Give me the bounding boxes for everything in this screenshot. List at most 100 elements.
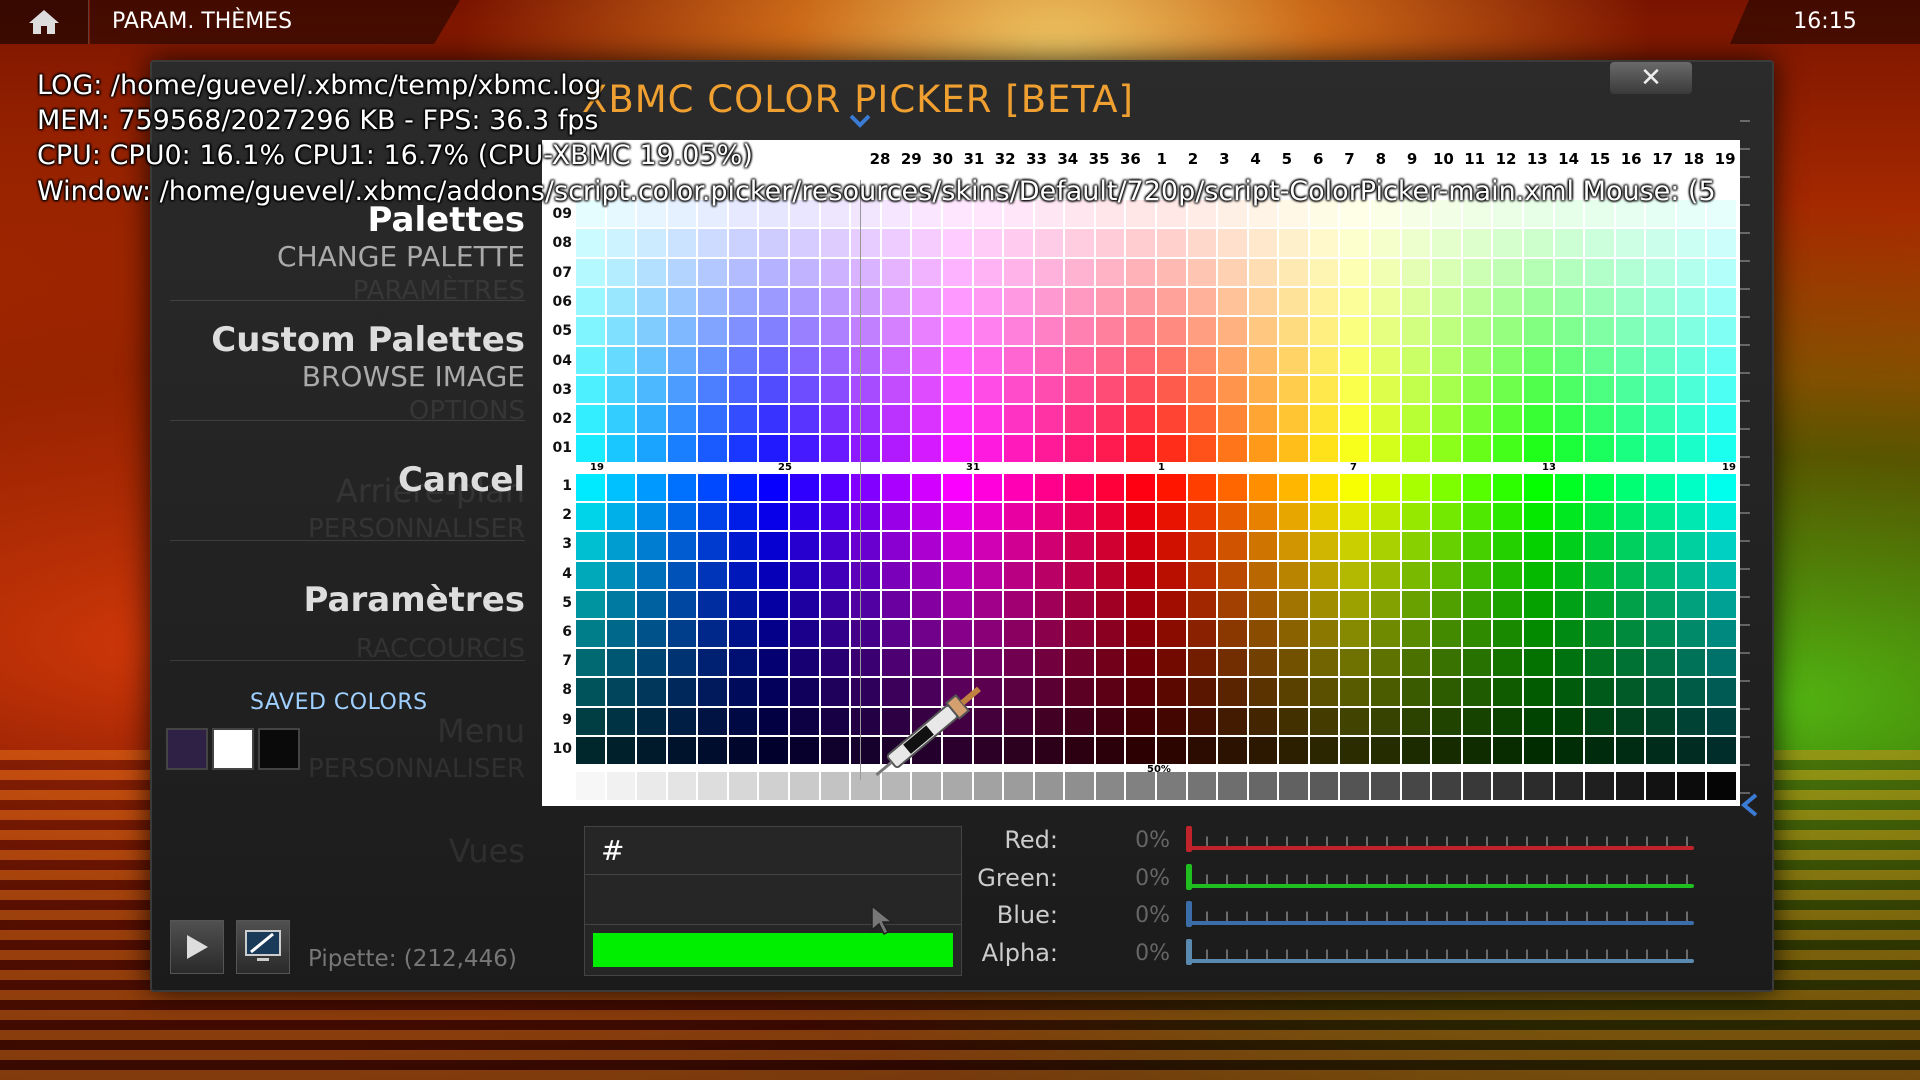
palette-cell[interactable]: [973, 736, 1003, 764]
palette-cell[interactable]: [1707, 503, 1736, 531]
palette-cell[interactable]: [1523, 561, 1553, 589]
palette-cell[interactable]: [1523, 258, 1553, 286]
palette-cell[interactable]: [1004, 317, 1033, 345]
palette-cell[interactable]: [637, 620, 666, 648]
palette-cell[interactable]: [1126, 532, 1155, 560]
palette-cell[interactable]: [1646, 678, 1675, 706]
palette-cell[interactable]: [1248, 503, 1278, 531]
palette-cell[interactable]: [1248, 434, 1278, 462]
palette-cell[interactable]: [820, 707, 850, 735]
palette-cell[interactable]: [1218, 649, 1247, 677]
palette-cell[interactable]: [759, 474, 789, 502]
palette-cell[interactable]: [1493, 707, 1522, 735]
palette-cell[interactable]: [606, 229, 636, 257]
palette-cell[interactable]: [1615, 678, 1645, 706]
palette-cell[interactable]: [1034, 503, 1064, 531]
gray-cell[interactable]: [851, 772, 880, 800]
palette-cell[interactable]: [1218, 405, 1247, 433]
palette-cell[interactable]: [1523, 620, 1553, 648]
palette-cell[interactable]: [1585, 620, 1614, 648]
palette-cell[interactable]: [973, 258, 1003, 286]
palette-cell[interactable]: [1187, 503, 1217, 531]
palette-cell[interactable]: [698, 590, 727, 618]
palette-cell[interactable]: [1432, 376, 1461, 404]
palette-cell[interactable]: [698, 346, 727, 374]
palette-cell[interactable]: [1095, 620, 1125, 648]
palette-cell[interactable]: [1554, 736, 1584, 764]
palette-cell[interactable]: [759, 532, 789, 560]
palette-cell[interactable]: [667, 503, 697, 531]
palette-cell[interactable]: [1676, 346, 1706, 374]
palette-cell[interactable]: [1309, 561, 1339, 589]
palette-cell[interactable]: [881, 678, 911, 706]
palette-cell[interactable]: [1371, 649, 1400, 677]
palette-cell[interactable]: [759, 590, 789, 618]
palette-cell[interactable]: [881, 405, 911, 433]
palette-cell[interactable]: [1095, 258, 1125, 286]
play-button[interactable]: [170, 920, 224, 974]
palette-cell[interactable]: [1523, 532, 1553, 560]
palette-cell[interactable]: [1371, 258, 1400, 286]
palette-cell[interactable]: [1279, 620, 1308, 648]
palette-cell[interactable]: [820, 620, 850, 648]
palette-cell[interactable]: [637, 532, 666, 560]
palette-cell[interactable]: [667, 532, 697, 560]
palette-cell[interactable]: [1340, 376, 1370, 404]
palette-cell[interactable]: [881, 649, 911, 677]
palette-cell[interactable]: [1095, 434, 1125, 462]
palette-cell[interactable]: [606, 317, 636, 345]
palette-cell[interactable]: [1462, 434, 1492, 462]
palette-cell[interactable]: [1493, 405, 1522, 433]
palette-cell[interactable]: [1462, 620, 1492, 648]
palette-cell[interactable]: [1065, 678, 1094, 706]
palette-cell[interactable]: [1126, 229, 1155, 257]
palette-cell[interactable]: [790, 503, 819, 531]
palette-scrollbar[interactable]: [1740, 120, 1750, 820]
palette-cell[interactable]: [912, 434, 941, 462]
palette-cell[interactable]: [1309, 346, 1339, 374]
palette-cell[interactable]: [1523, 503, 1553, 531]
saved-color-swatch[interactable]: [258, 728, 300, 770]
palette-cell[interactable]: [1523, 707, 1553, 735]
palette-cell[interactable]: [1034, 229, 1064, 257]
gray-cell[interactable]: [973, 772, 1003, 800]
slider-thumb[interactable]: [1186, 863, 1192, 890]
palette-cell[interactable]: [942, 288, 972, 316]
palette-cell[interactable]: [973, 434, 1003, 462]
home-button[interactable]: [0, 0, 89, 44]
palette-cell[interactable]: [1126, 474, 1155, 502]
palette-cell[interactable]: [1646, 474, 1675, 502]
palette-cell[interactable]: [667, 376, 697, 404]
palette-cell[interactable]: [1187, 434, 1217, 462]
palette-cell[interactable]: [1218, 346, 1247, 374]
palette-cell[interactable]: [851, 620, 880, 648]
palette-cell[interactable]: [1554, 590, 1584, 618]
palette-cell[interactable]: [667, 288, 697, 316]
palette-cell[interactable]: [1095, 376, 1125, 404]
palette-cell[interactable]: [698, 532, 727, 560]
palette-cell[interactable]: [1157, 620, 1186, 648]
palette-cell[interactable]: [1401, 503, 1431, 531]
gray-cell[interactable]: [912, 772, 941, 800]
palette-cell[interactable]: [1279, 258, 1308, 286]
palette-cell[interactable]: [606, 590, 636, 618]
palette-cell[interactable]: [1401, 620, 1431, 648]
palette-cell[interactable]: [912, 561, 941, 589]
gray-cell[interactable]: [1462, 772, 1492, 800]
palette-cell[interactable]: [1371, 376, 1400, 404]
palette-cell[interactable]: [851, 434, 880, 462]
palette-cell[interactable]: [1034, 434, 1064, 462]
gray-cell[interactable]: [1585, 772, 1614, 800]
palette-cell[interactable]: [759, 561, 789, 589]
palette-cell[interactable]: [1676, 474, 1706, 502]
palette-cell[interactable]: [1523, 346, 1553, 374]
palette-cell[interactable]: [1187, 317, 1217, 345]
palette-cell[interactable]: [1371, 434, 1400, 462]
color-slider[interactable]: [1186, 938, 1694, 965]
palette-cell[interactable]: [637, 590, 666, 618]
palette-cell[interactable]: [637, 258, 666, 286]
palette-cell[interactable]: [1646, 434, 1675, 462]
palette-cell[interactable]: [1432, 620, 1461, 648]
palette-cell[interactable]: [1340, 707, 1370, 735]
gray-cell[interactable]: [1340, 772, 1370, 800]
